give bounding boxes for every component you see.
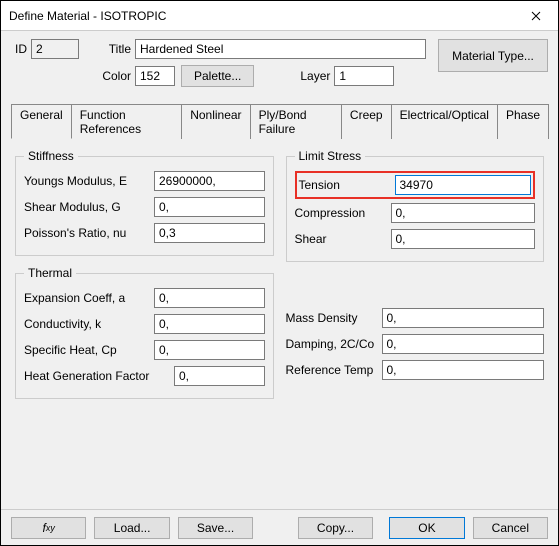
define-material-dialog: Define Material - ISOTROPIC ID 2 Title C… bbox=[0, 0, 559, 546]
tab-creep[interactable]: Creep bbox=[341, 104, 392, 139]
tab-phase[interactable]: Phase bbox=[497, 104, 549, 139]
stiffness-group: Stiffness Youngs Modulus, E Shear Modulu… bbox=[15, 149, 274, 256]
shearg-input[interactable] bbox=[154, 197, 265, 217]
spec-input[interactable] bbox=[154, 340, 265, 360]
heat-label: Heat Generation Factor bbox=[24, 369, 174, 383]
damp-label: Damping, 2C/Co bbox=[286, 337, 382, 351]
title-input[interactable] bbox=[135, 39, 426, 59]
ok-button[interactable]: OK bbox=[389, 517, 464, 539]
limit-stress-group: Limit Stress Tension Compression Shear bbox=[286, 149, 545, 262]
poisson-label: Poisson's Ratio, nu bbox=[24, 226, 154, 240]
exp-input[interactable] bbox=[154, 288, 265, 308]
tab-function-references[interactable]: Function References bbox=[71, 104, 182, 139]
layer-label: Layer bbox=[254, 69, 334, 83]
tension-highlight: Tension bbox=[295, 171, 536, 199]
tab-electrical-optical[interactable]: Electrical/Optical bbox=[391, 104, 498, 139]
window-title: Define Material - ISOTROPIC bbox=[9, 9, 514, 23]
stiffness-legend: Stiffness bbox=[24, 149, 78, 163]
title-label: Title bbox=[79, 42, 135, 56]
color-label: Color bbox=[11, 69, 135, 83]
comp-label: Compression bbox=[295, 206, 391, 220]
cond-label: Conductivity, k bbox=[24, 317, 154, 331]
damp-input[interactable] bbox=[382, 334, 545, 354]
youngs-input[interactable] bbox=[154, 171, 265, 191]
load-button[interactable]: Load... bbox=[94, 517, 169, 539]
tab-nonlinear[interactable]: Nonlinear bbox=[181, 104, 250, 139]
thermal-legend: Thermal bbox=[24, 266, 76, 280]
exp-label: Expansion Coeff, a bbox=[24, 291, 154, 305]
tab-strip: General Function References Nonlinear Pl… bbox=[11, 103, 548, 139]
palette-button[interactable]: Palette... bbox=[181, 65, 254, 87]
fxy-button[interactable]: fxy bbox=[11, 517, 86, 539]
close-icon bbox=[531, 11, 541, 21]
close-button[interactable] bbox=[514, 1, 558, 31]
shearl-label: Shear bbox=[295, 232, 391, 246]
comp-input[interactable] bbox=[391, 203, 536, 223]
save-button[interactable]: Save... bbox=[178, 517, 253, 539]
cond-input[interactable] bbox=[154, 314, 265, 334]
shearl-input[interactable] bbox=[391, 229, 536, 249]
spec-label: Specific Heat, Cp bbox=[24, 343, 154, 357]
tab-general[interactable]: General bbox=[11, 104, 72, 139]
copy-button[interactable]: Copy... bbox=[298, 517, 373, 539]
poisson-input[interactable] bbox=[154, 223, 265, 243]
color-input[interactable] bbox=[135, 66, 175, 86]
mass-input[interactable] bbox=[382, 308, 545, 328]
titlebar: Define Material - ISOTROPIC bbox=[1, 1, 558, 31]
tab-ply-bond-failure[interactable]: Ply/Bond Failure bbox=[250, 104, 342, 139]
id-label: ID bbox=[11, 42, 31, 56]
shearg-label: Shear Modulus, G bbox=[24, 200, 154, 214]
tension-label: Tension bbox=[299, 178, 395, 192]
heat-input[interactable] bbox=[174, 366, 265, 386]
id-field: 2 bbox=[31, 39, 79, 59]
tension-input[interactable] bbox=[395, 175, 532, 195]
layer-input[interactable] bbox=[334, 66, 394, 86]
footer: fxy Load... Save... Copy... OK Cancel bbox=[1, 509, 558, 545]
thermal-group: Thermal Expansion Coeff, a Conductivity,… bbox=[15, 266, 274, 399]
ref-label: Reference Temp bbox=[286, 363, 382, 377]
material-type-button[interactable]: Material Type... bbox=[438, 39, 548, 72]
mass-label: Mass Density bbox=[286, 311, 382, 325]
youngs-label: Youngs Modulus, E bbox=[24, 174, 154, 188]
limit-legend: Limit Stress bbox=[295, 149, 366, 163]
cancel-button[interactable]: Cancel bbox=[473, 517, 548, 539]
ref-input[interactable] bbox=[382, 360, 545, 380]
